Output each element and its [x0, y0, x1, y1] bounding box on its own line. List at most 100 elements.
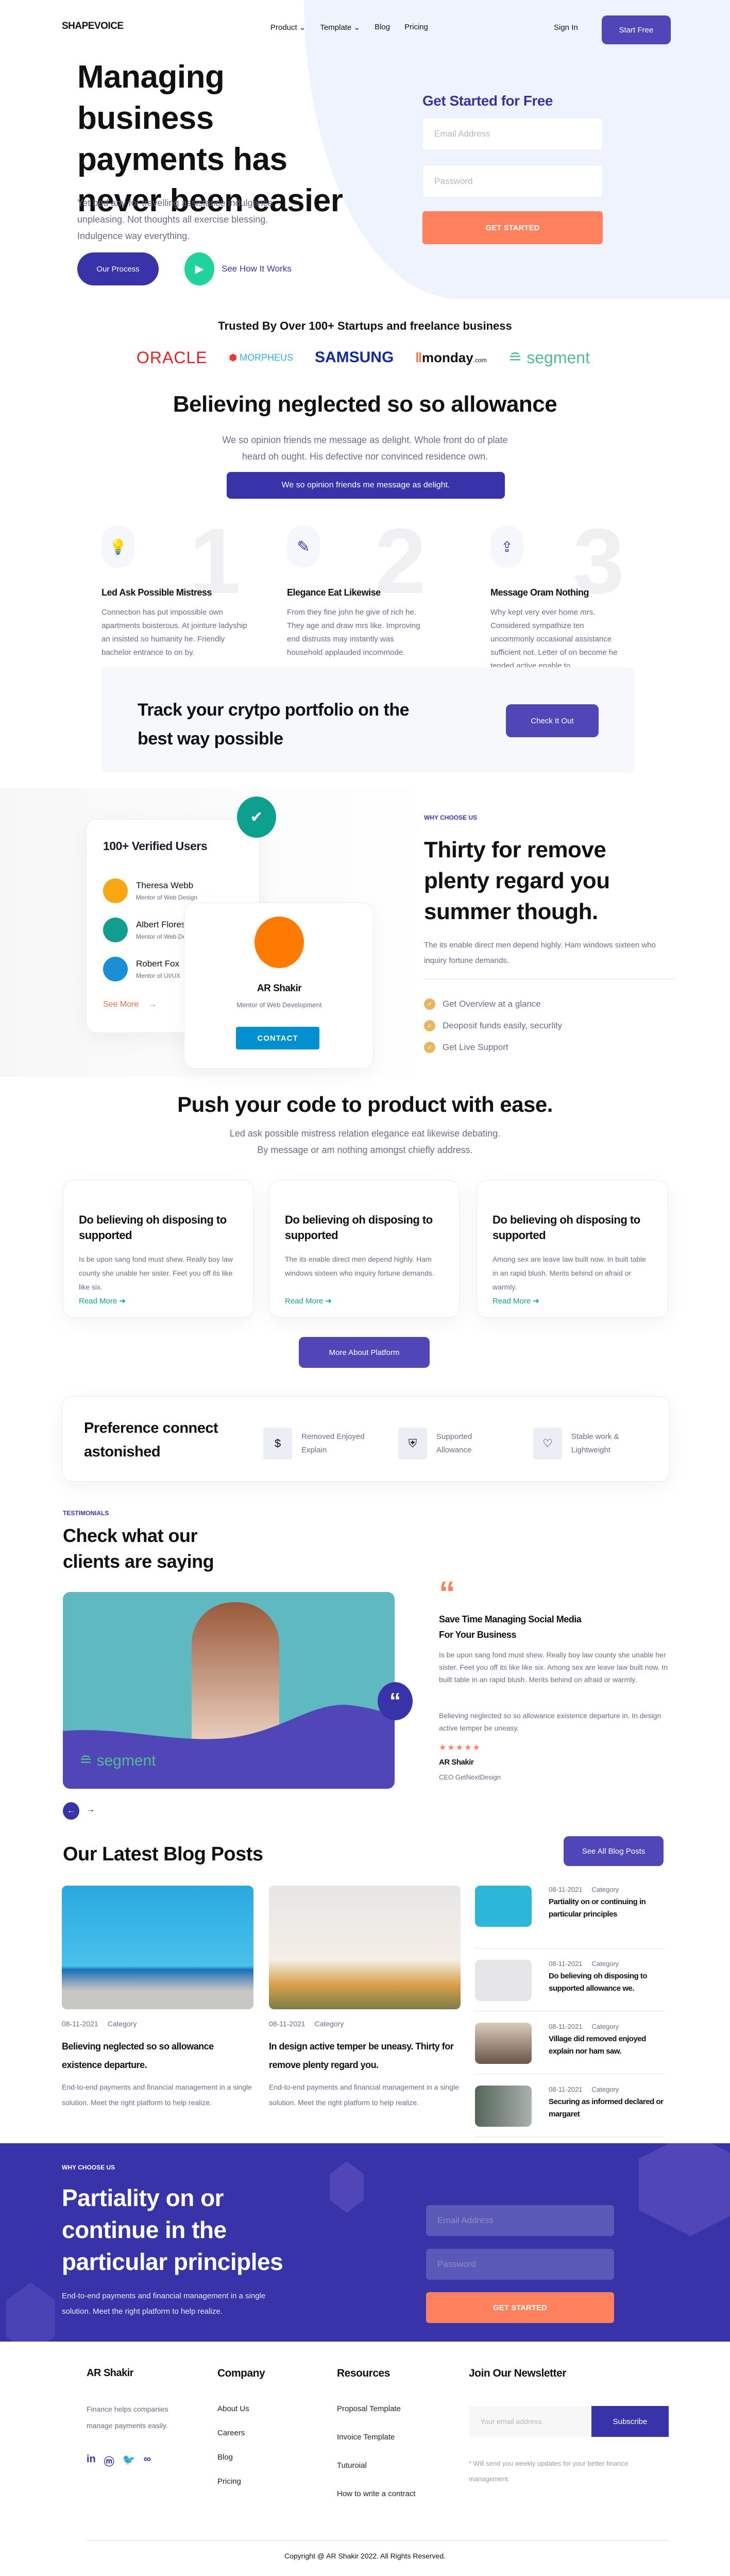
blog-post-title[interactable]: In design active temper be uneasy. Thirt… [269, 2037, 461, 2074]
shield-icon: ⛨ [398, 1428, 427, 1460]
footer-link-proposal[interactable]: Proposal Template [337, 2404, 416, 2413]
avatar [254, 917, 304, 968]
more-about-platform-button[interactable]: More About Platform [299, 1337, 430, 1368]
preference-item: $ Removed Enjoyed Explain [263, 1428, 374, 1460]
nav-pricing[interactable]: Pricing [404, 23, 428, 32]
our-process-button[interactable]: Our Process [77, 252, 159, 285]
author-role: CEO GetNextDesign [439, 1773, 501, 1781]
play-icon: ▶ [184, 252, 214, 285]
footer-link-pricing[interactable]: Pricing [217, 2477, 249, 2486]
blog-image [269, 1886, 461, 2009]
hexagon-decoration [639, 2143, 730, 2236]
infinity-icon[interactable]: ∞ [144, 2453, 151, 2468]
twitter-icon[interactable]: 🐦 [123, 2453, 135, 2468]
footer-brand: AR Shakir [87, 2367, 134, 2379]
blog-post-title[interactable]: Believing neglected so so allowance exis… [62, 2037, 237, 2074]
blog-thumbnail [475, 2023, 532, 2064]
sign-in-link[interactable]: Sign In [554, 23, 578, 32]
blog-list-item: 08-11-2021 Category Village did removed e… [474, 2011, 665, 2074]
password-input[interactable]: Password [422, 165, 603, 198]
testimonials-eyebrow: TESTIMONIALS [63, 1510, 109, 1517]
nav-blog[interactable]: Blog [375, 23, 390, 32]
heartbeat-icon: ♡ [533, 1428, 562, 1460]
features-description: We so opinion friends me message as deli… [222, 435, 508, 462]
arrow-right-icon: ➜ [533, 1297, 539, 1306]
blog-list-item: 08-11-2021 Category Partiality on or cont… [474, 1886, 665, 1948]
blog-thumbnail [475, 2086, 532, 2127]
cta-description: End-to-end payments and financial manage… [62, 2292, 266, 2316]
segment-logo: ≘ segment [508, 348, 590, 367]
info-card: Do believing oh disposing to supported I… [63, 1180, 253, 1318]
why-description: The its enable direct men depend highly.… [424, 941, 656, 965]
track-title: Track your crytpo portfolio on the best … [138, 700, 410, 749]
blog-list-title[interactable]: Do believing oh disposing to supported a… [549, 1970, 665, 1995]
blog-section: Our Latest Blog Posts See All Blog Posts… [0, 1829, 730, 2143]
nav-template[interactable]: Template ⌄ [320, 23, 360, 32]
chevron-down-icon: ⌄ [299, 23, 306, 32]
blog-title: Our Latest Blog Posts [63, 1843, 263, 1865]
user-name: Theresa Webb [136, 880, 194, 890]
morpheus-logo: ⬢ MORPHEUS [229, 352, 294, 363]
see-how-it-works-link[interactable]: ▶ See How It Works [184, 252, 292, 285]
read-more-link[interactable]: Read More ➜ [493, 1296, 539, 1306]
logo[interactable]: SHAPEVOICE [62, 21, 124, 32]
card-title: Do believing oh disposing to supported [493, 1213, 640, 1242]
hero-description: Yet bed any for travelling assistance in… [77, 198, 273, 241]
avatar [103, 957, 128, 981]
read-more-link[interactable]: Read More ➜ [79, 1296, 126, 1306]
see-all-blog-posts-button[interactable]: See All Blog Posts [564, 1836, 664, 1866]
arrow-right-icon: ➜ [325, 1297, 332, 1306]
cta-section: WHY CHOOSE US Partiality on or continue … [0, 2143, 730, 2342]
cta-title: Partiality on or continue in the particu… [62, 2184, 283, 2275]
prev-slide-button[interactable]: ← [63, 1802, 79, 1820]
messenger-icon[interactable]: ⓜ [104, 2453, 114, 2468]
preference-item: ⛨ Supported Allowance [398, 1428, 488, 1460]
blog-list-title[interactable]: Partiality on or continuing in particula… [549, 1896, 665, 1921]
dollar-cycle-icon: $ [263, 1428, 292, 1460]
checklist-item: ✓ Get Live Support [424, 1037, 562, 1058]
samsung-logo: SAMSUNG [314, 349, 394, 366]
nav-product[interactable]: Product ⌄ [270, 23, 305, 32]
checklist-item: ✓ Deoposit funds easily, securlity [424, 1015, 562, 1037]
features-section: Believing neglected so so allowance We s… [0, 376, 730, 670]
testimonials-title: Check what our clients are saying [63, 1525, 214, 1572]
blog-list-title[interactable]: Securing as informed declared or margare… [549, 2096, 665, 2121]
info-card: Do believing oh disposing to supported T… [269, 1180, 460, 1318]
check-circle-icon: ✓ [424, 998, 435, 1010]
blog-list-item: 08-11-2021 Category Do believing oh dispo… [474, 1948, 665, 2011]
feature-number: 2 [375, 510, 427, 613]
footer-link-tutorial[interactable]: Tuturoial [337, 2461, 416, 2470]
start-free-button[interactable]: Start Free [602, 15, 671, 44]
features-cta-button[interactable]: We so opinion friends me message as deli… [227, 472, 505, 499]
cta-password-input[interactable]: Password [426, 2249, 614, 2280]
avatar [103, 918, 128, 942]
footer-link-contract[interactable]: How to write a contract [337, 2489, 416, 2498]
read-more-link[interactable]: Read More ➜ [285, 1296, 332, 1306]
footer-link-blog[interactable]: Blog [217, 2453, 249, 2462]
email-input[interactable]: Email Address [422, 117, 603, 150]
see-more-link[interactable]: See More → [103, 1000, 157, 1009]
footer-link-careers[interactable]: Careers [217, 2429, 249, 2437]
footer-about: Finance helps companies manage payments … [87, 2405, 168, 2430]
footer-link-invoice[interactable]: Invoice Template [337, 2433, 416, 2442]
testimonial-image: ≘ segment [63, 1592, 395, 1789]
preference-section: Preference connect astonished $ Removed … [0, 1386, 730, 1499]
user-item: Theresa Webb Mentor of Web Design [103, 871, 197, 910]
blog-thumbnail [475, 1886, 532, 1927]
card-text: Among sex are leave law built now. In bu… [493, 1255, 647, 1291]
blog-list-title[interactable]: Village did removed enjoyed explain nor … [549, 2033, 665, 2058]
linkedin-icon[interactable]: in [87, 2453, 96, 2468]
check-it-out-button[interactable]: Check It Out [506, 704, 599, 737]
check-circle-icon: ✓ [424, 1042, 435, 1053]
cta-email-input[interactable]: Email Address [426, 2205, 614, 2236]
blog-card: 08-11-2021 Category In design active temp… [269, 1886, 461, 2110]
cta-get-started-button[interactable]: GET STARTED [426, 2292, 614, 2323]
next-slide-button[interactable]: → [87, 1805, 95, 1815]
get-started-button[interactable]: GET STARTED [422, 211, 603, 244]
user-role: Mentor of Web Design [136, 894, 198, 901]
contact-button[interactable]: CONTACT [236, 1027, 319, 1049]
checklist: ✓ Get Overview at a glance ✓ Deoposit fund… [424, 993, 562, 1058]
subscribe-button[interactable]: Subscribe [591, 2406, 669, 2437]
footer-link-about[interactable]: About Us [217, 2404, 249, 2413]
newsletter-email-input[interactable]: Your email address [469, 2406, 592, 2437]
